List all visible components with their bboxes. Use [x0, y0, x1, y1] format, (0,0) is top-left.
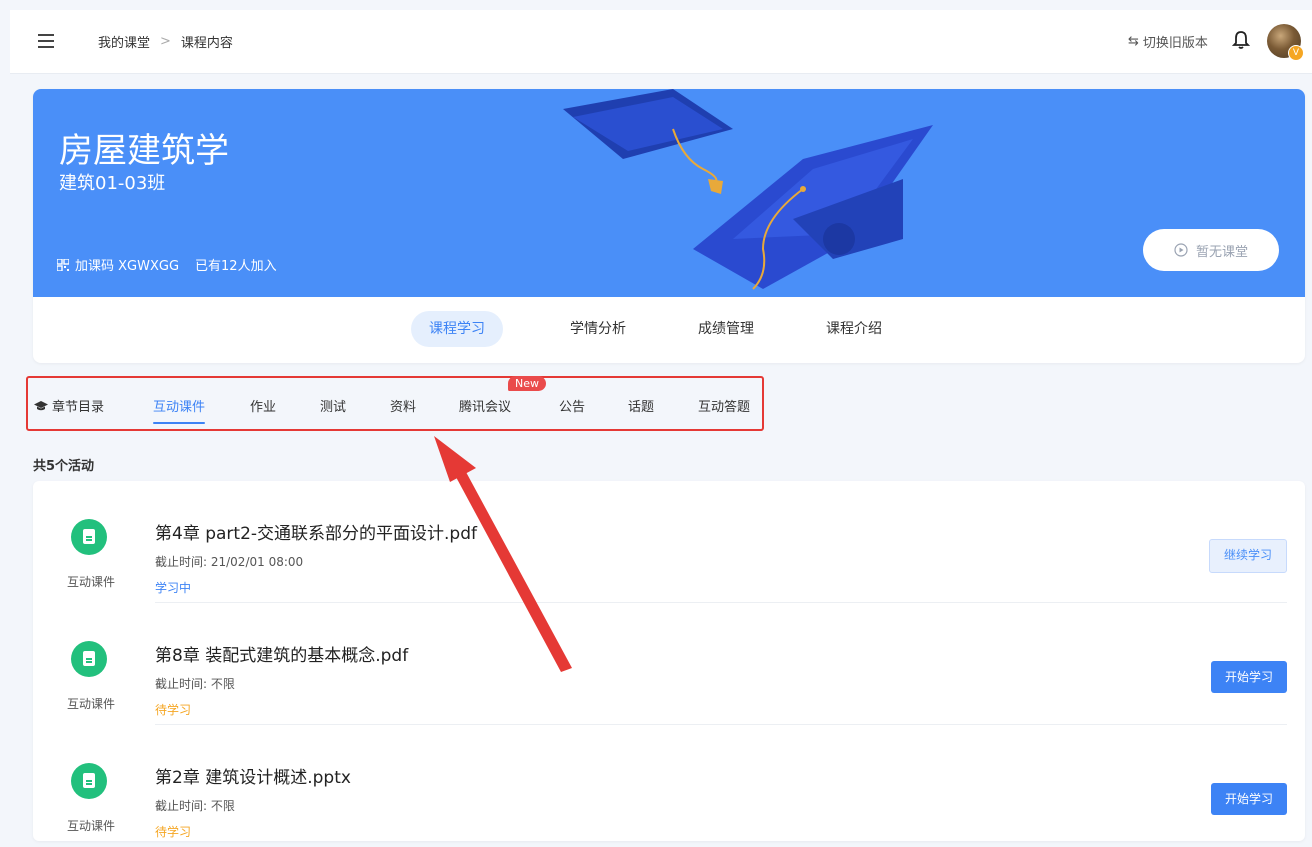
- switch-version-label: 切换旧版本: [1142, 36, 1208, 51]
- start-study-button[interactable]: 开始学习: [1210, 783, 1287, 815]
- new-badge: New: [508, 376, 546, 391]
- sub-tab-topic[interactable]: 话题: [628, 396, 654, 415]
- document-icon: [71, 641, 107, 677]
- qr-code-icon: [57, 258, 69, 271]
- activity-count: 共5个活动: [33, 459, 95, 474]
- activity-status: 学习中: [155, 581, 192, 595]
- bell-icon[interactable]: [1232, 30, 1250, 50]
- play-circle-icon: [1174, 243, 1188, 257]
- switch-version-button[interactable]: ⇆ 切换旧版本: [1128, 32, 1208, 51]
- course-title: 房屋建筑学: [59, 131, 229, 171]
- tab-learning-analysis[interactable]: 学情分析: [552, 311, 644, 347]
- tab-grade-management[interactable]: 成绩管理: [680, 311, 772, 347]
- breadcrumb-course-content: 课程内容: [180, 36, 233, 51]
- start-study-button[interactable]: 开始学习: [1210, 661, 1287, 693]
- continue-study-button[interactable]: 继续学习: [1208, 539, 1287, 573]
- course-banner: 房屋建筑学 建筑01-03班 加课码 XGWXGG 已有12人加入 暂无课堂: [33, 89, 1305, 297]
- sub-tab-tencent-meeting[interactable]: 腾讯会议: [459, 396, 511, 415]
- user-avatar[interactable]: V: [1267, 24, 1304, 61]
- activity-name[interactable]: 第8章 装配式建筑的基本概念.pdf: [155, 641, 408, 666]
- tab-course-intro[interactable]: 课程介绍: [808, 311, 900, 347]
- breadcrumb: 我的课堂 > 课程内容: [98, 32, 233, 51]
- no-class-button[interactable]: 暂无课堂: [1143, 229, 1279, 271]
- activity-list: 互动课件 第4章 part2-交通联系部分的平面设计.pdf 截止时间: 21/…: [33, 481, 1305, 841]
- sub-tab-chapter-directory[interactable]: 章节目录: [34, 396, 104, 415]
- join-code-info: 加课码 XGWXGG 已有12人加入: [57, 255, 277, 274]
- class-name: 建筑01-03班: [59, 173, 166, 194]
- activity-deadline: 截止时间: 21/02/01 08:00: [155, 555, 304, 569]
- hamburger-menu-icon[interactable]: [38, 34, 54, 48]
- top-bar: 我的课堂 > 课程内容 ⇆ 切换旧版本 V: [10, 10, 1312, 74]
- sub-tab-label: 章节目录: [52, 400, 105, 415]
- list-item[interactable]: 互动课件 第4章 part2-交通联系部分的平面设计.pdf 截止时间: 21/…: [33, 481, 1305, 603]
- no-class-label: 暂无课堂: [1195, 244, 1248, 260]
- tab-course-study[interactable]: 课程学习: [411, 311, 503, 347]
- document-icon: [71, 763, 107, 799]
- activity-status: 待学习: [155, 825, 192, 839]
- main-tabs: 课程学习 学情分析 成绩管理 课程介绍: [33, 297, 1305, 363]
- vip-badge: V: [1288, 45, 1304, 61]
- sub-tab-materials[interactable]: 资料: [390, 396, 416, 415]
- course-header-card: 房屋建筑学 建筑01-03班 加课码 XGWXGG 已有12人加入 暂无课堂 课…: [33, 89, 1305, 363]
- sub-tab-interactive-courseware[interactable]: 互动课件: [153, 396, 206, 424]
- sub-tab-announcement[interactable]: 公告: [559, 396, 585, 415]
- sub-tabs-annotation-box: 章节目录 互动课件 作业 测试 资料 腾讯会议 New 公告 话题 互动答题: [26, 376, 764, 431]
- activity-deadline: 截止时间: 不限: [155, 799, 235, 813]
- graduation-cap-icon: [34, 400, 48, 410]
- list-item[interactable]: 互动课件 第8章 装配式建筑的基本概念.pdf 截止时间: 不限 待学习 开始学…: [33, 603, 1305, 725]
- activity-name[interactable]: 第4章 part2-交通联系部分的平面设计.pdf: [155, 519, 477, 544]
- activity-status: 待学习: [155, 703, 192, 717]
- join-code-text: 加课码 XGWXGG: [75, 259, 180, 274]
- activity-name[interactable]: 第2章 建筑设计概述.pptx: [155, 763, 351, 788]
- joined-count: 已有12人加入: [195, 259, 277, 274]
- breadcrumb-my-classroom[interactable]: 我的课堂: [98, 32, 150, 51]
- sub-tab-test[interactable]: 测试: [320, 396, 346, 415]
- sub-tab-interactive-quiz[interactable]: 互动答题: [698, 396, 750, 415]
- document-icon: [71, 519, 107, 555]
- chevron-right-icon: >: [160, 34, 171, 49]
- activity-type: 互动课件: [67, 575, 116, 589]
- sub-tab-homework[interactable]: 作业: [250, 396, 276, 415]
- activity-type: 互动课件: [67, 697, 116, 711]
- activity-type: 互动课件: [67, 819, 116, 833]
- list-item[interactable]: 互动课件 第2章 建筑设计概述.pptx 截止时间: 不限 待学习 开始学习: [33, 725, 1305, 847]
- swap-arrows-icon: ⇆: [1128, 34, 1139, 49]
- activity-deadline: 截止时间: 不限: [155, 677, 235, 691]
